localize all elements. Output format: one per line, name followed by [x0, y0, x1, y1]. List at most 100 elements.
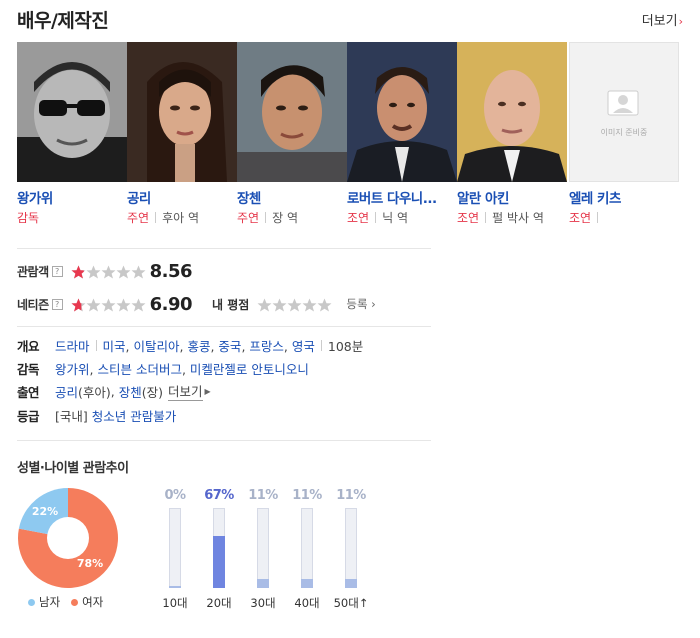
gender-legend: 남자 여자 [28, 594, 114, 610]
genre-link[interactable]: 드라마 [55, 336, 90, 355]
bar-fill [345, 579, 357, 588]
star-icon [116, 298, 131, 312]
cast-name[interactable]: 알란 아킨 [457, 187, 567, 205]
cast-item[interactable]: 공리 주연 후아 역 [127, 42, 237, 225]
cast-role: 주연 후아 역 [127, 211, 200, 225]
section-title: 배우/제작진 [17, 10, 109, 32]
bar-fill [257, 579, 269, 588]
cast-more-link[interactable]: 더보기 [168, 381, 203, 401]
grade-row: 등급 [국내] 청소년 관람불가 [17, 405, 437, 425]
star-rating [71, 262, 146, 281]
star-icon-filled [71, 265, 84, 279]
rating-score: 8.56 [149, 260, 193, 282]
country-link[interactable]: 중국 [218, 339, 241, 354]
star-icon [317, 298, 332, 312]
divider [17, 248, 431, 249]
country-link[interactable]: 이탈리아 [133, 339, 179, 354]
star-icon [272, 298, 287, 312]
cast-role: 조연 펄 박사 역 [457, 211, 544, 225]
placeholder-photo[interactable]: 이미지 준비중 [569, 42, 679, 182]
male-dot [28, 598, 35, 606]
cast-item[interactable]: 장첸 주연 장 역 [237, 42, 347, 225]
cast-role: 조연 [569, 209, 679, 225]
runtime: 108분 [327, 338, 364, 354]
cast-link[interactable]: 장첸 [119, 382, 142, 401]
cast-name[interactable]: 공리 [127, 187, 237, 205]
age-pct-label: 11% [336, 488, 366, 503]
age-pct-label: 67% [204, 488, 234, 503]
country-link[interactable]: 미국 [103, 339, 126, 354]
chevron-right-icon: › [678, 15, 683, 28]
countries: 미국, 이탈리아, 홍콩, 중국, 프랑스, 영국 [102, 338, 315, 354]
placeholder-text: 이미지 준비중 [601, 127, 648, 137]
cast-name[interactable]: 로버트 다우니... [347, 187, 457, 205]
age-bar: 11% 50대↑ [331, 488, 371, 611]
star-icon [257, 298, 272, 312]
help-icon[interactable]: ? [51, 265, 63, 277]
cast-row: 출연 공리 (후아), 장첸 (장) 더보기 ▶ [17, 381, 437, 401]
cast-list: 왕가위 감독 공리 주연 후아 역 장첸 주연 장 역 로버트 다우니... 조… [17, 42, 687, 232]
cast-name[interactable]: 엘레 키츠 [569, 187, 679, 205]
rating-score: 6.90 [149, 293, 193, 315]
age-pct-label: 11% [248, 488, 278, 503]
register-rating-link[interactable]: 등록 › [346, 296, 375, 312]
chang-chen-photo[interactable] [237, 42, 347, 182]
alan-arkin-photo[interactable] [457, 42, 567, 182]
female-label: 여자 [82, 595, 104, 609]
cast-name[interactable]: 장첸 [237, 187, 347, 205]
triangle-right-icon: ▶ [204, 386, 211, 396]
bar-track [213, 508, 225, 588]
director-link[interactable]: 미켈란젤로 안토니오니 [190, 362, 309, 377]
age-label: 30대 [250, 596, 276, 610]
star-icon [287, 298, 302, 312]
cast-role: 주연 장 역 [237, 211, 298, 225]
robert-downey-photo[interactable] [347, 42, 457, 182]
country-link[interactable]: 프랑스 [249, 339, 284, 354]
director-row: 감독 왕가위, 스티븐 소더버그, 미켈란젤로 안토니오니 [17, 358, 437, 378]
cast-item[interactable]: 왕가위 감독 [17, 42, 127, 225]
gong-li-photo[interactable] [127, 42, 237, 182]
bar-fill [213, 536, 225, 588]
age-pct-label: 11% [292, 488, 322, 503]
my-rating-stars[interactable] [257, 295, 332, 314]
age-pct-label: 0% [164, 488, 186, 503]
cast-item[interactable]: 알란 아킨 조연 펄 박사 역 [457, 42, 567, 225]
director-link[interactable]: 왕가위 [55, 362, 90, 377]
my-rating-label: 내 평점 [212, 297, 250, 312]
cast-role: 감독 [17, 211, 40, 225]
info-label: 감독 [17, 361, 40, 377]
age-label: 10대 [162, 596, 188, 610]
cast-item[interactable]: 로버트 다우니... 조연 닉 역 [347, 42, 457, 225]
female-pct-label: 78% [77, 557, 103, 570]
cast-item[interactable]: 이미지 준비중 엘레 키츠 조연 [569, 42, 679, 225]
bar-fill [169, 586, 181, 588]
director-link[interactable]: 스티븐 소더버그 [97, 362, 181, 377]
star-icon [86, 298, 101, 312]
help-icon[interactable]: ? [51, 298, 63, 310]
audience-rating: 관람객 ? 8.56 [17, 260, 193, 282]
info-label: 출연 [17, 384, 40, 400]
age-bar: 67% 20대 [199, 488, 239, 611]
female-dot [71, 598, 79, 606]
cast-link[interactable]: 공리 [55, 382, 78, 401]
rating-label: 네티즌 [17, 297, 49, 312]
age-bar: 0% 10대 [155, 488, 195, 611]
bar-track [257, 508, 269, 588]
grade-prefix: [국내] [55, 408, 88, 424]
wong-kar-wai-photo[interactable] [17, 42, 127, 182]
bar-track [301, 508, 313, 588]
divider [17, 326, 431, 327]
country-link[interactable]: 홍콩 [187, 339, 210, 354]
cast-name[interactable]: 왕가위 [17, 187, 127, 205]
star-icon [302, 298, 317, 312]
more-link[interactable]: 더보기› [642, 10, 683, 29]
star-rating [71, 295, 146, 314]
star-icon [101, 265, 116, 279]
star-icon [131, 265, 146, 279]
rating-label: 관람객 [17, 264, 49, 279]
grade-link[interactable]: 청소년 관람불가 [92, 406, 176, 425]
star-icon [131, 298, 146, 312]
info-label: 등급 [17, 408, 40, 424]
country-link[interactable]: 영국 [292, 339, 315, 354]
divider [17, 440, 431, 441]
